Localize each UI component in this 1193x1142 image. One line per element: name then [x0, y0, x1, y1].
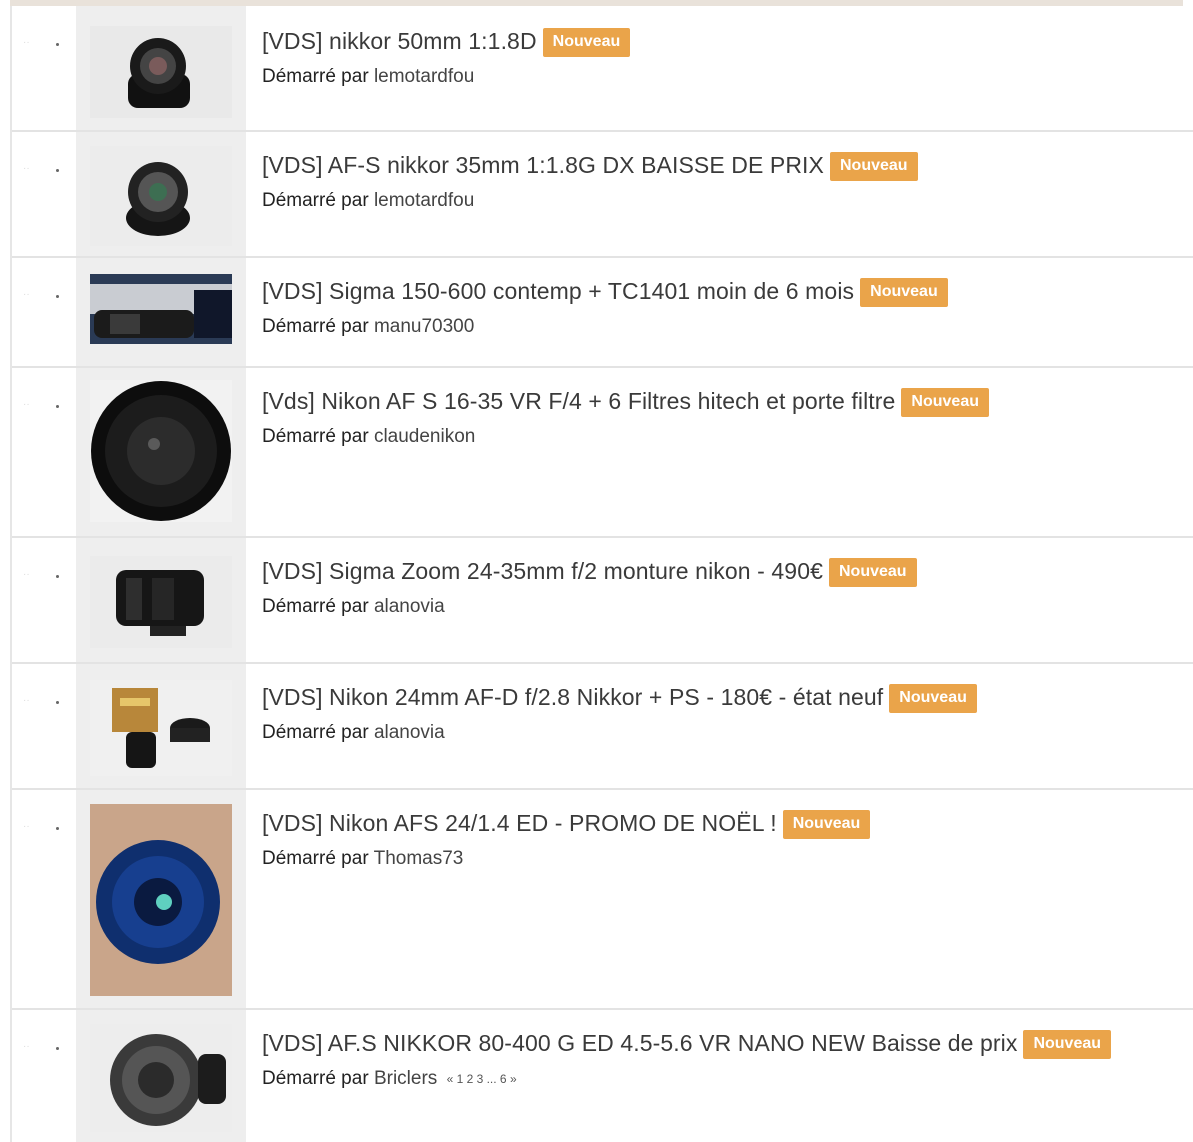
lens-thumbnail[interactable]: [90, 556, 232, 648]
topic-content: [VDS] AF-S nikkor 35mm 1:1.8G DX BAISSE …: [246, 132, 1193, 256]
topic-row: ·· [VDS] Nikon AFS 24/1.4 ED - PROMO DE …: [12, 790, 1193, 1010]
topic-status-icon: ··: [23, 695, 30, 706]
new-badge: Nouveau: [901, 388, 989, 417]
topic-status-icon: ··: [23, 289, 30, 300]
new-badge: Nouveau: [860, 278, 948, 307]
author-link[interactable]: manu70300: [374, 316, 474, 337]
started-by-label: Démarré par: [262, 316, 369, 337]
thumbnail-cell: [76, 6, 246, 130]
topic-row: ·· [Vds] Nikon AF S 16-35 VR F/4 + 6 Fil…: [12, 368, 1193, 538]
thumbnail-cell: [76, 1010, 246, 1142]
author-link[interactable]: alanovia: [374, 596, 445, 617]
topic-status-icon: ··: [23, 569, 30, 580]
thumbnail-cell: [76, 664, 246, 788]
topic-list: ·· [VDS] nikkor 50mm 1:1.8D Nouveau Démar…: [10, 6, 1193, 1142]
lens-thumbnail[interactable]: [90, 274, 232, 344]
started-by-label: Démarré par: [262, 426, 369, 447]
author-link[interactable]: lemotardfou: [374, 190, 474, 211]
topic-title-link[interactable]: [Vds] Nikon AF S 16-35 VR F/4 + 6 Filtre…: [262, 388, 895, 414]
row-gutter: ··: [12, 664, 76, 788]
row-gutter: ··: [12, 790, 76, 1008]
lens-box-icon: [90, 680, 232, 776]
author-link[interactable]: claudenikon: [374, 426, 475, 447]
lens-thumbnail[interactable]: [90, 26, 232, 118]
topic-row: ·· [VDS] Sigma 150-600 contemp + TC1401 …: [12, 258, 1193, 368]
started-by-label: Démarré par: [262, 190, 369, 211]
new-badge: Nouveau: [782, 810, 871, 839]
started-by-label: Démarré par: [262, 722, 369, 743]
topic-content: [VDS] Nikon 24mm AF-D f/2.8 Nikkor + PS …: [246, 664, 1193, 788]
row-gutter: ··: [12, 6, 76, 130]
topic-status-icon: ··: [23, 37, 30, 48]
topic-content: [VDS] Sigma Zoom 24-35mm f/2 monture nik…: [246, 538, 1193, 662]
lens-icon: [90, 146, 232, 246]
lens-side-icon: [90, 556, 232, 648]
new-badge: Nouveau: [828, 558, 917, 587]
lens-thumbnail[interactable]: [90, 1024, 232, 1132]
started-by-label: Démarré par: [262, 1068, 369, 1089]
topic-content: [VDS] Sigma 150-600 contemp + TC1401 moi…: [246, 258, 1193, 366]
author-link[interactable]: lemotardfou: [374, 66, 474, 87]
thumbnail-cell: [76, 790, 246, 1008]
started-by-label: Démarré par: [262, 596, 369, 617]
topic-pagination[interactable]: « 1 2 3 ... 6 »: [447, 1072, 517, 1086]
row-gutter: ··: [12, 1010, 76, 1142]
topic-status-icon: ··: [23, 163, 30, 174]
lens-icon: [90, 26, 232, 118]
started-by-label: Démarré par: [262, 848, 369, 869]
topic-status-icon: ··: [23, 399, 30, 410]
bullet-icon: [56, 405, 59, 408]
lens-thumbnail[interactable]: [90, 804, 232, 996]
lens-thumbnail[interactable]: [90, 380, 232, 522]
bullet-icon: [56, 1047, 59, 1050]
topic-status-icon: ··: [23, 821, 30, 832]
author-link[interactable]: alanovia: [374, 722, 445, 743]
lens-kit-icon: [90, 274, 232, 344]
topic-title-link[interactable]: [VDS] Sigma 150-600 contemp + TC1401 moi…: [262, 278, 854, 304]
author-link[interactable]: Thomas73: [374, 848, 464, 869]
topic-content: [Vds] Nikon AF S 16-35 VR F/4 + 6 Filtre…: [246, 368, 1193, 536]
bullet-icon: [56, 575, 59, 578]
row-gutter: ··: [12, 368, 76, 536]
topic-row: ·· [VDS] nikkor 50mm 1:1.8D Nouveau Démar…: [12, 6, 1193, 132]
row-gutter: ··: [12, 132, 76, 256]
topic-content: [VDS] Nikon AFS 24/1.4 ED - PROMO DE NOË…: [246, 790, 1193, 1008]
topic-status-icon: ··: [23, 1041, 30, 1052]
topic-title-link[interactable]: [VDS] AF-S nikkor 35mm 1:1.8G DX BAISSE …: [262, 152, 824, 178]
lens-blue-icon: [90, 804, 232, 996]
thumbnail-cell: [76, 538, 246, 662]
new-badge: Nouveau: [1023, 1030, 1112, 1059]
thumbnail-cell: [76, 258, 246, 366]
lens-thumbnail[interactable]: [90, 680, 232, 776]
bullet-icon: [56, 827, 59, 830]
topic-title-link[interactable]: [VDS] Nikon AFS 24/1.4 ED - PROMO DE NOË…: [262, 810, 777, 836]
new-badge: Nouveau: [830, 152, 918, 181]
topic-row: ·· [VDS] AF.S NIKKOR 80-400 G ED 4.5-5.6…: [12, 1010, 1193, 1142]
thumbnail-cell: [76, 368, 246, 536]
row-gutter: ··: [12, 538, 76, 662]
bullet-icon: [56, 295, 59, 298]
new-badge: Nouveau: [889, 684, 977, 713]
topic-row: ·· [VDS] Sigma Zoom 24-35mm f/2 monture …: [12, 538, 1193, 664]
topic-title-link[interactable]: [VDS] AF.S NIKKOR 80-400 G ED 4.5-5.6 VR…: [262, 1030, 1017, 1056]
new-badge: Nouveau: [542, 28, 631, 57]
bullet-icon: [56, 43, 59, 46]
topic-content: [VDS] nikkor 50mm 1:1.8D Nouveau Démarré …: [246, 6, 1193, 130]
topic-title-link[interactable]: [VDS] Sigma Zoom 24-35mm f/2 monture nik…: [262, 558, 823, 584]
lens-front-icon: [90, 380, 232, 522]
row-gutter: ··: [12, 258, 76, 366]
author-link[interactable]: Briclers: [374, 1068, 437, 1089]
thumbnail-cell: [76, 132, 246, 256]
topic-row: ·· [VDS] AF-S nikkor 35mm 1:1.8G DX BAIS…: [12, 132, 1193, 258]
topic-row: ·· [VDS] Nikon 24mm AF-D f/2.8 Nikkor + …: [12, 664, 1193, 790]
started-by-label: Démarré par: [262, 66, 369, 87]
bullet-icon: [56, 701, 59, 704]
lens-zoom-icon: [90, 1024, 232, 1132]
lens-thumbnail[interactable]: [90, 146, 232, 246]
topic-title-link[interactable]: [VDS] nikkor 50mm 1:1.8D: [262, 28, 537, 54]
topic-title-link[interactable]: [VDS] Nikon 24mm AF-D f/2.8 Nikkor + PS …: [262, 684, 883, 710]
topic-content: [VDS] AF.S NIKKOR 80-400 G ED 4.5-5.6 VR…: [246, 1010, 1193, 1142]
bullet-icon: [56, 169, 59, 172]
